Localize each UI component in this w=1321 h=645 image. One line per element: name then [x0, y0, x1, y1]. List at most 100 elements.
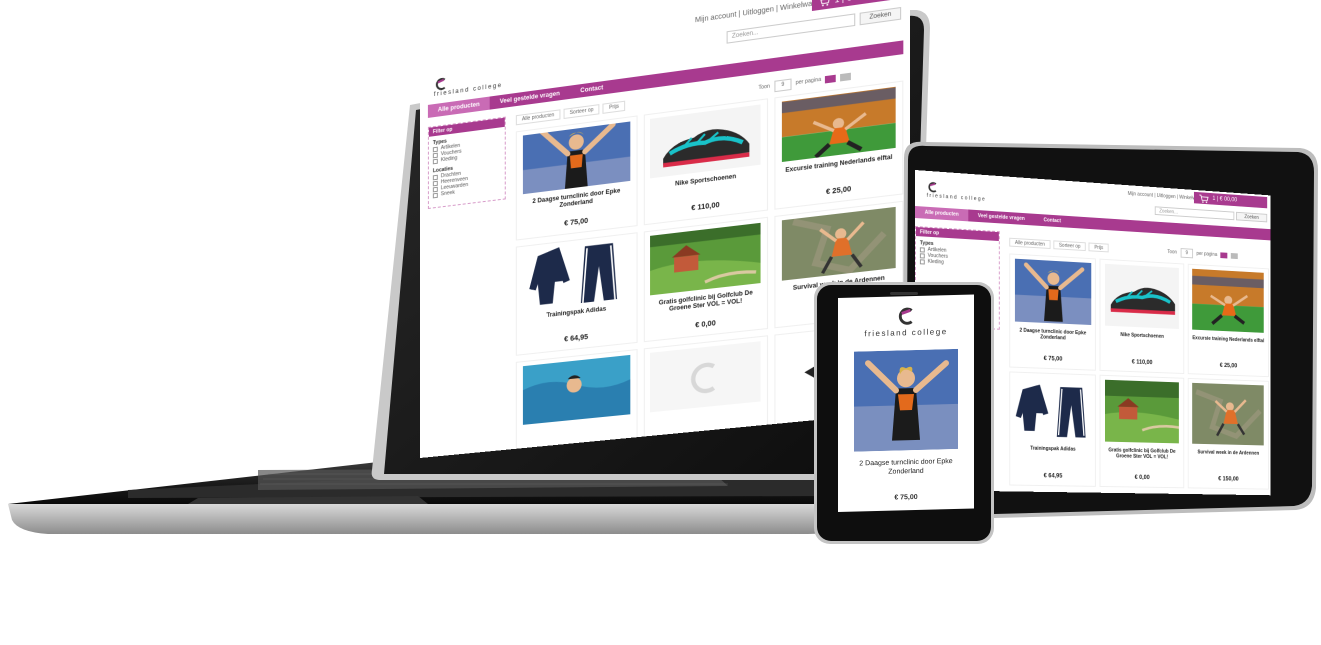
product-card[interactable]: Nike Sportschoenen € 110,00 [1099, 258, 1184, 374]
checkbox[interactable] [432, 146, 438, 152]
checkbox[interactable] [432, 152, 438, 158]
checkbox[interactable] [919, 246, 925, 253]
product-image-gymnast [522, 121, 631, 195]
product-name: Excursie training Nederlands elftal [1192, 335, 1265, 345]
product-card[interactable]: Gratis golfclinic bij Golfclub De Groene… [643, 216, 769, 343]
results-toolbar: Toon 9 per pagina [1167, 247, 1239, 260]
product-image-climb [1192, 382, 1265, 446]
phone-screen: friesland college 2 Daagse turnclinic do… [838, 294, 974, 512]
device-mockup-scene: Mijn account | Uitloggen | Winkelwagen 1… [0, 0, 1321, 645]
product-price: € 75,00 [564, 217, 589, 228]
product-card[interactable]: Survival week in de Ardennen € 150,00 [1187, 377, 1269, 490]
product-image-gymnast [854, 348, 958, 452]
product-image-tracksuit [522, 238, 631, 310]
grid-view-icon[interactable] [1220, 251, 1228, 259]
product-card[interactable]: 2 Daagse turnclinic door Epke Zonderland… [515, 115, 638, 241]
product-name [701, 413, 709, 414]
grid-view-icon[interactable] [825, 74, 837, 83]
cart-button[interactable]: 1 | € 00,00 [1193, 191, 1268, 209]
product-name: Trainingspak Adidas [546, 306, 607, 320]
nav-item-alle-producten[interactable]: Alle producten [915, 206, 969, 222]
product-price: € 110,00 [1131, 359, 1153, 367]
product-card[interactable]: Trainingspak Adidas € 64,95 [1009, 371, 1097, 487]
checkbox[interactable] [432, 186, 438, 192]
checkbox[interactable] [432, 192, 438, 198]
product-image-swim-svg [522, 354, 631, 425]
checkbox[interactable] [432, 174, 438, 180]
search-button[interactable]: Zoeken [859, 6, 902, 26]
product-image-golf [650, 222, 762, 296]
nav-item-contact[interactable]: Contact [570, 80, 613, 99]
tab-alle-producten[interactable]: Alle producten [1009, 237, 1051, 249]
product-image-tracksuit-svg [522, 238, 631, 310]
product-card[interactable]: Gratis golfclinic bij Golfclub De Groene… [1099, 374, 1184, 489]
search-input[interactable]: Zoeken... [726, 13, 856, 44]
product-image-swim [522, 354, 631, 425]
product-image-shoe [650, 104, 762, 179]
brand-name: friesland college [864, 327, 948, 339]
product-card[interactable]: Trainingspak Adidas € 64,95 [515, 232, 638, 356]
tab-sorteer-op[interactable]: Sorteer op [1053, 240, 1087, 252]
product-image-golf-svg [650, 222, 762, 296]
nav-item-contact[interactable]: Contact [1034, 214, 1070, 228]
checkbox[interactable] [432, 180, 438, 186]
product-card[interactable]: Excursie training Nederlands elftal € 25,… [774, 80, 904, 210]
product-image-shoe-svg [650, 104, 762, 179]
per-page-label: Toon [758, 83, 770, 92]
product-image-tracksuit [1014, 376, 1092, 442]
brand-name: friesland college [926, 192, 987, 203]
checkbox[interactable] [919, 252, 925, 259]
product-name: Nike Sportschoenen [675, 173, 737, 188]
product-card[interactable]: Nike Sportschoenen € 110,00 [643, 98, 769, 226]
tab-prijs[interactable]: Prijs [1088, 242, 1109, 253]
product-image-gymnast [1014, 258, 1092, 326]
product-image-shoe [1104, 263, 1179, 329]
product-card[interactable]: Excursie training Nederlands elftal € 25,… [1187, 263, 1269, 378]
per-page-suffix: per pagina [795, 76, 822, 87]
product-name: 2 Daagse turnclinic door Epke Zonderland [1019, 327, 1087, 342]
search-input[interactable]: Zoeken... [1154, 206, 1235, 221]
list-view-icon[interactable] [1231, 252, 1239, 259]
product-price: € 25,00 [1219, 363, 1238, 370]
product-image-golf-svg [1104, 379, 1179, 444]
product-name: Trainingspak Adidas [1030, 445, 1076, 453]
per-page-select[interactable]: 9 [774, 77, 792, 92]
per-page-label: Toon [1167, 248, 1177, 256]
tab-alle-producten[interactable]: Alle producten [515, 109, 561, 126]
tab-prijs[interactable]: Prijs [602, 100, 626, 114]
phone-product-card[interactable] [854, 348, 958, 452]
list-view-icon[interactable] [840, 72, 852, 81]
product-image-climb-svg [782, 206, 896, 281]
product-grid: 2 Daagse turnclinic door Epke Zonderland… [1009, 253, 1269, 490]
brand-logo: friesland college [838, 304, 974, 339]
product-price: € 150,00 [1218, 476, 1239, 483]
product-image-shoe-svg [1104, 263, 1179, 329]
brand-logo: friesland college [926, 181, 987, 203]
nav-item-faq[interactable]: Veel gestelde vragen [490, 86, 570, 110]
product-price: € 64,95 [1043, 473, 1063, 480]
product-image-gymnast-svg [522, 121, 631, 195]
search-button[interactable]: Zoeken [1236, 211, 1268, 223]
per-page-suffix: per pagina [1196, 250, 1218, 258]
phone-product-name: 2 Daagse turnclinic door Epke Zonderland [859, 457, 953, 476]
nav-item-alle-producten[interactable]: Alle producten [427, 96, 490, 118]
product-image-tracksuit-svg [1014, 376, 1092, 442]
product-name [572, 425, 580, 426]
cart-icon [818, 0, 830, 6]
cart-summary: 1 | € 00,00 [835, 0, 876, 4]
logo-mark-icon [898, 307, 913, 325]
tab-sorteer-op[interactable]: Sorteer op [563, 104, 600, 120]
per-page-select[interactable]: 9 [1180, 247, 1193, 258]
product-name: Nike Sportschoenen [1120, 332, 1164, 340]
nav-item-faq[interactable]: Veel gestelde vragen [968, 209, 1034, 225]
product-image-football-svg [782, 86, 896, 162]
product-price: € 110,00 [691, 201, 720, 213]
checkbox[interactable] [432, 158, 438, 164]
checkbox[interactable] [919, 258, 925, 265]
product-image-football-svg [1192, 268, 1265, 333]
product-card[interactable]: 2 Daagse turnclinic door Epke Zonderland… [1009, 253, 1097, 371]
product-image-golf [1104, 379, 1179, 444]
product-image-climb [782, 206, 896, 281]
product-image-gymnast-svg [1014, 258, 1092, 326]
product-price: € 25,00 [825, 185, 852, 197]
